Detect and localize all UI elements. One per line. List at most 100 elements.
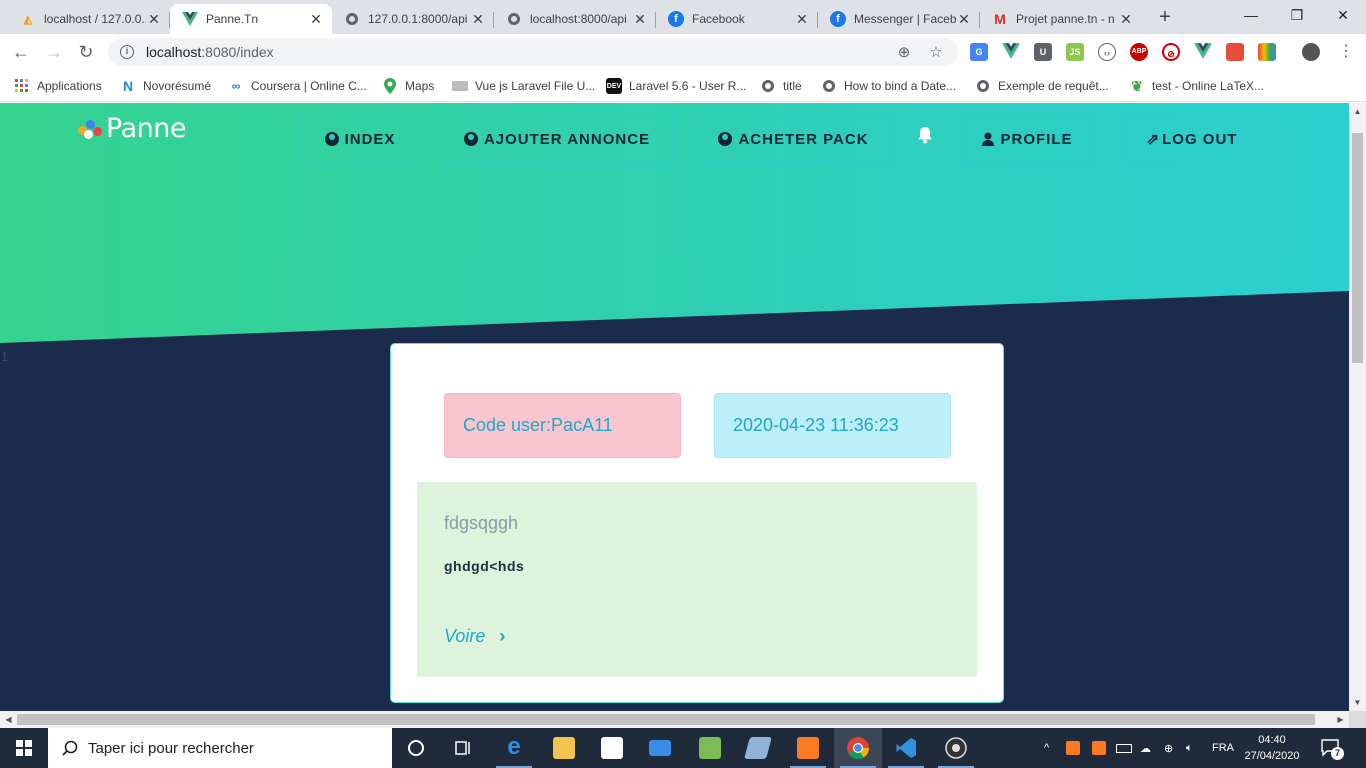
globe-icon <box>821 78 837 94</box>
bookmark-star-icon[interactable]: ☆ <box>926 43 946 61</box>
obs-app-icon[interactable] <box>932 728 980 768</box>
vue-extension-icon[interactable] <box>1194 43 1212 61</box>
new-tab-button[interactable]: + <box>1153 6 1177 30</box>
horizontal-scrollbar[interactable]: ◀ ▶ <box>0 711 1349 728</box>
xampp-tray-icon-2[interactable] <box>1092 728 1106 768</box>
annonce-title: fdgsqggh <box>444 513 519 533</box>
close-tab-icon[interactable]: ✕ <box>794 11 810 28</box>
close-tab-icon[interactable]: ✕ <box>308 11 324 28</box>
bookmark-latex[interactable]: ❦ test - Online LaTeX... <box>1129 76 1264 96</box>
profile-avatar[interactable] <box>1302 43 1320 61</box>
file-explorer-icon[interactable] <box>540 728 588 768</box>
bookmark-maps[interactable]: Maps <box>382 76 434 96</box>
cortana-button[interactable] <box>392 728 440 768</box>
sheets-app-icon[interactable] <box>686 728 734 768</box>
scroll-up-icon[interactable]: ▲ <box>1349 103 1366 120</box>
close-tab-icon[interactable]: ✕ <box>470 11 486 28</box>
menu-icon[interactable]: ⋮ <box>1334 40 1358 64</box>
tab-api-localhost[interactable]: localhost:8000/api ✕ <box>494 4 656 34</box>
block-extension-icon[interactable]: ⊘ <box>1162 43 1180 61</box>
scroll-down-icon[interactable]: ▼ <box>1349 694 1366 711</box>
facebook-icon: f <box>830 11 846 27</box>
coursera-icon: ∞ <box>231 79 241 93</box>
vscode-app-icon[interactable] <box>882 728 930 768</box>
horizontal-scroll-thumb[interactable] <box>17 714 1315 725</box>
adblock-extension-icon[interactable]: ABP <box>1130 43 1148 61</box>
bookmark-title[interactable]: title <box>760 76 802 96</box>
bookmark-exemple[interactable]: Exemple de requêt... <box>975 76 1109 96</box>
node-extension-icon[interactable]: JS <box>1066 43 1084 61</box>
scroll-right-icon[interactable]: ▶ <box>1332 711 1349 728</box>
address-bar[interactable]: i localhost:8080/index ⊕ ☆ <box>108 38 958 66</box>
system-clock[interactable]: 04:40 27/04/2020 <box>1238 732 1306 764</box>
back-button[interactable]: ← <box>9 40 33 64</box>
bookmark-novoresume[interactable]: N Novorésumé <box>120 76 211 96</box>
chrome-app-icon[interactable] <box>834 728 882 768</box>
nav-profile[interactable]: PROFILE <box>960 115 1095 163</box>
scroll-left-icon[interactable]: ◀ <box>0 711 17 728</box>
translate-extension-icon[interactable]: G <box>970 43 988 61</box>
volume-icon[interactable]: 🔈︎ <box>1186 728 1193 768</box>
restore-button[interactable]: ❐ <box>1274 0 1320 30</box>
nav-label: ACHETER PACK <box>738 130 869 148</box>
action-center-button[interactable]: 7 <box>1320 738 1344 760</box>
user-circle-icon <box>463 132 478 146</box>
show-hidden-icons-button[interactable]: ^ <box>1044 728 1049 768</box>
devtools-extension-icon[interactable]: ‹› <box>1098 43 1116 61</box>
bookmark-extension-icon[interactable] <box>1226 43 1244 61</box>
bookmark-applications[interactable]: Applications <box>14 76 102 96</box>
globe-icon <box>506 11 522 27</box>
nav-index[interactable]: INDEX <box>300 115 420 163</box>
site-info-icon[interactable]: i <box>120 45 134 59</box>
nav-acheter-pack[interactable]: ACHETER PACK <box>695 115 892 163</box>
nav-logout[interactable]: ⇗ LOG OUT <box>1126 115 1258 163</box>
voire-link[interactable]: Voire › <box>444 626 505 647</box>
bookmark-laravel-user[interactable]: DEV Laravel 5.6 - User R... <box>606 76 746 96</box>
battery-icon[interactable] <box>1116 728 1132 768</box>
bookmark-label: Exemple de requêt... <box>998 79 1109 93</box>
close-tab-icon[interactable]: ✕ <box>146 11 162 28</box>
tab-gmail[interactable]: M Projet panne.tn - n ✕ <box>980 4 1142 34</box>
site-logo[interactable]: Panne <box>78 113 186 144</box>
notepad-app-icon[interactable] <box>734 728 782 768</box>
taskbar-search-box[interactable]: Taper ici pour rechercher <box>48 728 392 768</box>
search-icon <box>62 740 78 756</box>
store-app-icon[interactable] <box>588 728 636 768</box>
minimize-button[interactable]: — <box>1228 0 1274 30</box>
tab-panne[interactable]: Panne.Tn ✕ <box>170 4 332 34</box>
task-view-button[interactable] <box>440 728 488 768</box>
tab-title: 127.0.0.1:8000/api <box>368 12 468 26</box>
windows-start-button[interactable] <box>0 728 48 768</box>
network-icon[interactable]: ⊕ <box>1164 728 1173 768</box>
shield-extension-icon[interactable]: U <box>1034 43 1052 61</box>
nav-ajouter-annonce[interactable]: AJOUTER ANNONCE <box>441 115 673 163</box>
language-indicator[interactable]: FRA <box>1212 728 1234 768</box>
mail-app-icon[interactable] <box>636 728 684 768</box>
xampp-tray-icon[interactable] <box>1066 728 1080 768</box>
edge-app-icon[interactable]: e <box>490 728 538 768</box>
close-window-button[interactable]: ✕ <box>1320 0 1366 30</box>
close-tab-icon[interactable]: ✕ <box>1118 11 1134 28</box>
url-text[interactable]: localhost:8080/index <box>146 44 894 60</box>
xampp-app-icon[interactable] <box>784 728 832 768</box>
cloud-sync-icon[interactable]: ☁ <box>1140 728 1151 768</box>
annonce-description: ghdgd<hds <box>444 558 525 574</box>
vertical-scroll-thumb[interactable] <box>1352 133 1363 363</box>
close-tab-icon[interactable]: ✕ <box>956 11 972 28</box>
reload-button[interactable]: ↻ <box>74 40 98 64</box>
tab-facebook[interactable]: f Facebook ✕ <box>656 4 818 34</box>
bookmark-vue-laravel[interactable]: Vue js Laravel File U... <box>452 76 595 96</box>
globe-icon <box>760 78 776 94</box>
vertical-scrollbar[interactable]: ▲ ▼ <box>1349 103 1366 711</box>
bookmark-bind-date[interactable]: How to bind a Date... <box>821 76 956 96</box>
tab-api-127[interactable]: 127.0.0.1:8000/api ✕ <box>332 4 494 34</box>
forward-button[interactable]: → <box>42 40 66 64</box>
color-extension-icon[interactable] <box>1258 43 1276 61</box>
tab-messenger[interactable]: f Messenger | Faceb ✕ <box>818 4 980 34</box>
close-tab-icon[interactable]: ✕ <box>632 11 648 28</box>
zoom-icon[interactable]: ⊕ <box>894 43 914 61</box>
tab-phpmyadmin[interactable]: ◭ localhost / 127.0.0.1 ✕ <box>8 4 170 34</box>
bookmark-coursera[interactable]: ∞ Coursera | Online C... <box>228 76 367 96</box>
vue-devtools-extension-icon[interactable] <box>1002 43 1020 61</box>
notification-bell-icon[interactable] <box>917 126 933 144</box>
